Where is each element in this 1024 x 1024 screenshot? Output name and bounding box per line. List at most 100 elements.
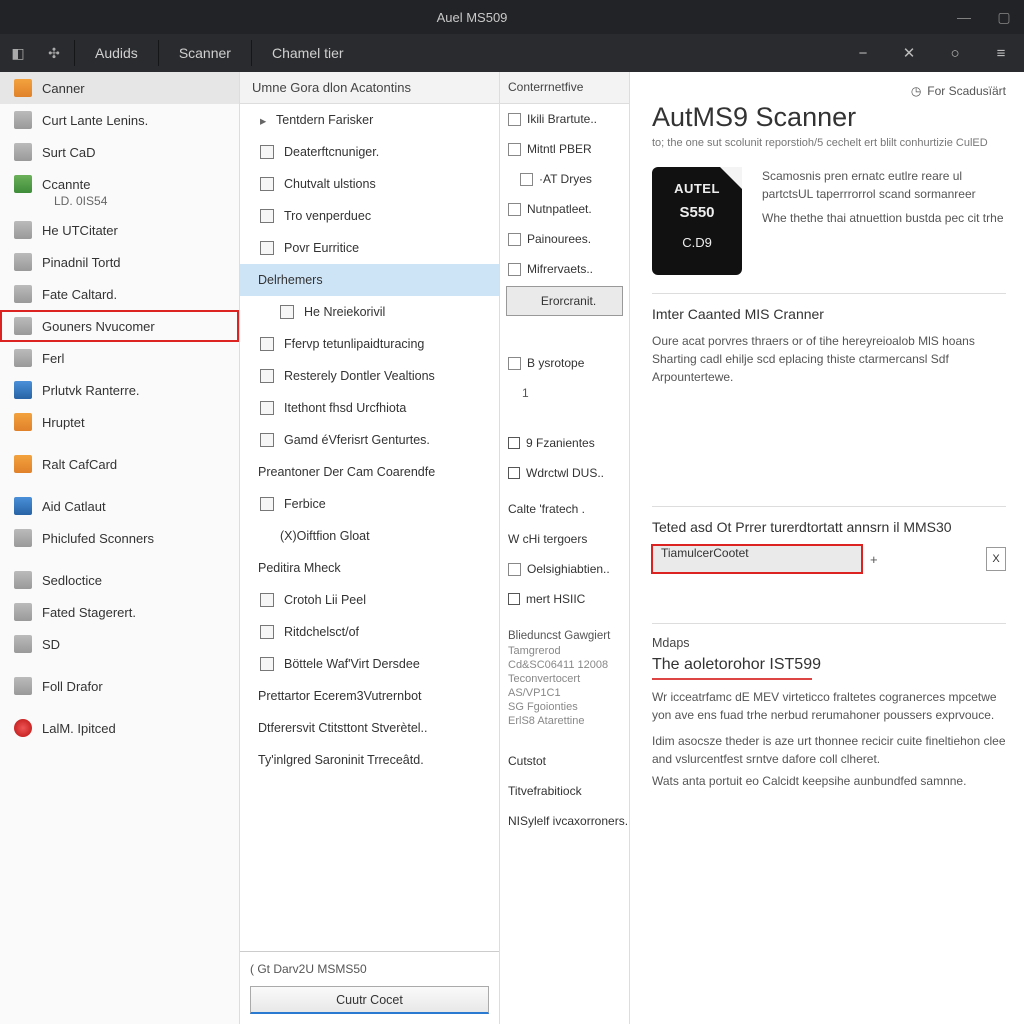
settings-item-15[interactable]: Crotoh Lii Peel xyxy=(240,584,499,616)
aux-small-0: Tamgrerod xyxy=(500,644,629,658)
settings-item-10[interactable]: Gamd éVferisrt Genturtes. xyxy=(240,424,499,456)
nav-item-11[interactable]: Ralt CafCard xyxy=(0,448,239,480)
aux-top-5[interactable]: Mifrervaets.. xyxy=(500,254,629,284)
outer-titlebar: Auel MS509 — ▢ xyxy=(0,0,1024,34)
item-icon xyxy=(260,369,274,383)
clear-button[interactable]: X xyxy=(986,547,1006,571)
aux-c3-1[interactable]: W cHi tergoers xyxy=(500,524,629,554)
transfer-input[interactable]: TiamulcerCootet xyxy=(652,545,862,573)
nav-item-0[interactable]: Canner xyxy=(0,72,239,104)
aux-top-4[interactable]: Painourees. xyxy=(500,224,629,254)
nav-icon xyxy=(14,497,32,515)
section3-p2: Idim asocsze theder is aze urt thonnee r… xyxy=(652,732,1006,768)
nav-item-5[interactable]: Pinadnil Tortd xyxy=(0,246,239,278)
nav-item-7[interactable]: Gouners Nvucomer xyxy=(0,310,239,342)
item-icon xyxy=(260,241,274,255)
aux-top-0[interactable]: Ikili Brartute.. xyxy=(500,104,629,134)
settings-item-2[interactable]: Chutvalt ulstions xyxy=(240,168,499,200)
win-more-icon[interactable]: ≡ xyxy=(978,45,1024,62)
aux-tail-2[interactable]: NISylelf ivcaxorroners. xyxy=(500,806,629,836)
section3-title: The aoletorohor IST599 xyxy=(652,656,1006,674)
settings-item-17[interactable]: Böttele Waf'Virt Dersdee xyxy=(240,648,499,680)
settings-item-20[interactable]: Ty'inlgred Saroninit Trreceâtd. xyxy=(240,744,499,776)
item-icon xyxy=(260,497,274,511)
settings-item-8[interactable]: Resterely Dontler Vealtions xyxy=(240,360,499,392)
settings-item-7[interactable]: Ffervp tetunlipaidturacing xyxy=(240,328,499,360)
item-icon xyxy=(260,593,274,607)
nav-item-15[interactable]: Fated Stagerert. xyxy=(0,596,239,628)
settings-item-14[interactable]: Peditira Mheck xyxy=(240,552,499,584)
clock-icon: ◷ xyxy=(911,84,921,98)
nav-item-17[interactable]: Foll Drafor xyxy=(0,670,239,702)
aux-tail-1[interactable]: Titvefrabitiock xyxy=(500,776,629,806)
nav-icon xyxy=(14,455,32,473)
settings-item-9[interactable]: Itethont fhsd Urcfhiota xyxy=(240,392,499,424)
aux-small-5: ErlS8 Atarettine xyxy=(500,714,629,728)
nav-item-4[interactable]: He UTCitater xyxy=(0,214,239,246)
win-restore-icon[interactable]: ○ xyxy=(932,45,978,62)
win-close-icon[interactable]: ✕ xyxy=(886,44,932,62)
nav-item-1[interactable]: Curt Lante Lenins. xyxy=(0,104,239,136)
settings-item-12[interactable]: Ferbice xyxy=(240,488,499,520)
outer-min-icon[interactable]: — xyxy=(944,9,984,25)
settings-item-4[interactable]: Povr Eurritice xyxy=(240,232,499,264)
settings-item-1[interactable]: Deaterftcnuniger. xyxy=(240,136,499,168)
aux-selected-button[interactable]: Erorcranit. xyxy=(506,286,623,316)
settings-item-6[interactable]: He Nreiekorivil xyxy=(240,296,499,328)
nav-item-8[interactable]: Ferl xyxy=(0,342,239,374)
aux-top-2[interactable]: ·AT Dryes xyxy=(500,164,629,194)
aux-b2-0[interactable]: B ysrotope xyxy=(500,348,629,378)
nav-item-10[interactable]: Hruptet xyxy=(0,406,239,438)
settings-item-13[interactable]: (X)Oiftfion Gloat xyxy=(240,520,499,552)
nav-icon xyxy=(14,635,32,653)
menu-audits[interactable]: Audids xyxy=(77,45,156,61)
settings-item-5[interactable]: Delrhemers xyxy=(240,264,499,296)
settings-item-0[interactable]: ▸Tentdern Farisker xyxy=(240,104,499,136)
section1-p1: Oure acat porvres thraers or of tihe her… xyxy=(652,332,1006,350)
aux-c3-2[interactable]: Oelsighiabtien.. xyxy=(500,554,629,584)
nav-label: Gouners Nvucomer xyxy=(42,319,155,334)
nav-icon xyxy=(14,571,32,589)
nav-item-16[interactable]: SD xyxy=(0,628,239,660)
item-icon xyxy=(260,657,274,671)
nav-icon xyxy=(14,317,32,335)
aux-top-1[interactable]: Mitntl PBER xyxy=(500,134,629,164)
nav-item-9[interactable]: Prlutvk Ranterre. xyxy=(0,374,239,406)
top-link[interactable]: For Scadusïärt xyxy=(927,84,1006,98)
nav-item-13[interactable]: Phiclufed Sconners xyxy=(0,522,239,554)
settings-item-3[interactable]: Tro venperduec xyxy=(240,200,499,232)
nav-item-12[interactable]: Aid Catlaut xyxy=(0,490,239,522)
aux-check-1[interactable]: Wdrctwl DUS.. xyxy=(500,458,629,488)
settings-item-19[interactable]: Dtferersvit Ctitsttont Stverètel.. xyxy=(240,712,499,744)
aux-c3-3[interactable]: mert HSIIC xyxy=(500,584,629,614)
item-icon xyxy=(260,209,274,223)
nav-item-18[interactable]: LalM. Ipitced xyxy=(0,712,239,744)
add-icon[interactable]: + xyxy=(870,552,886,567)
outer-close-icon[interactable]: ▢ xyxy=(984,9,1024,26)
aux-c3-0[interactable]: Calte 'fratech . xyxy=(500,494,629,524)
footer-button[interactable]: Cuutr Cocet xyxy=(250,986,489,1014)
settings-header: Umne Gora dlon Acatontins xyxy=(240,72,499,104)
section3-heading: Mdaps xyxy=(652,636,1006,650)
settings-item-16[interactable]: Ritdchelsct/of xyxy=(240,616,499,648)
nav-label: Pinadnil Tortd xyxy=(42,255,121,270)
aux-small-1: Cd&SC06411 12008 xyxy=(500,658,629,672)
nav-item-14[interactable]: Sedloctice xyxy=(0,564,239,596)
nav-label: Hruptet xyxy=(42,415,85,430)
section2-heading: Teted asd Ot Prrer turerdtortatt annsrn … xyxy=(652,519,1006,535)
aux-check-0[interactable]: 9 Fzanientes xyxy=(500,428,629,458)
menu-channel[interactable]: Chamel tier xyxy=(254,45,362,61)
nav-item-6[interactable]: Fate Caltard. xyxy=(0,278,239,310)
nav-label: Curt Lante Lenins. xyxy=(42,113,148,128)
menu-scanner[interactable]: Scanner xyxy=(161,45,249,61)
nav-icon xyxy=(14,111,32,129)
aux-tail-0[interactable]: Cutstot xyxy=(500,746,629,776)
aux-top-3[interactable]: Nutnpatleet. xyxy=(500,194,629,224)
nav-item-2[interactable]: Surt CaD xyxy=(0,136,239,168)
toolbar-icon[interactable]: ✣ xyxy=(42,41,66,65)
settings-item-18[interactable]: Prettartor Ecerem3Vutrernbot xyxy=(240,680,499,712)
aux-header: Conterrnetfive xyxy=(500,72,629,104)
settings-item-11[interactable]: Preantoner Der Cam Coarendfe xyxy=(240,456,499,488)
win-min-icon[interactable]: − xyxy=(840,45,886,62)
nav-label: Foll Drafor xyxy=(42,679,103,694)
